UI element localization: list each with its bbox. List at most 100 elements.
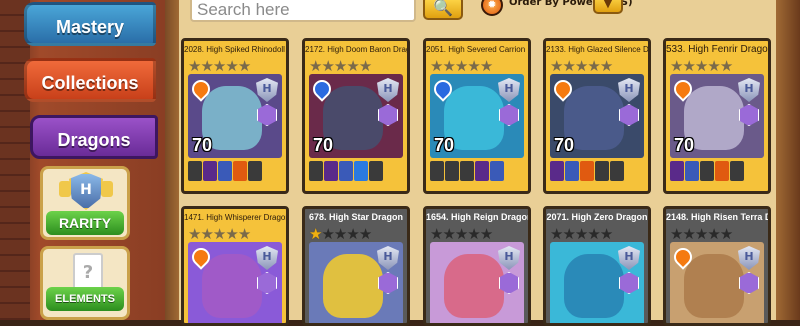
- element-trait-icon: [685, 161, 699, 181]
- star-icon: ★: [225, 57, 238, 75]
- star-icon: ★: [212, 225, 226, 243]
- star-icon: ★: [694, 225, 708, 243]
- dragon-portrait: H: [188, 242, 282, 323]
- dragon-level: 70: [434, 135, 455, 155]
- star-rating: ★★★★★: [666, 58, 768, 74]
- dragon-card[interactable]: 1654. High Reign Dragon ★★★★★ H: [423, 206, 531, 326]
- dragon-portrait: H: [670, 242, 764, 323]
- star-icon: ★: [599, 225, 613, 243]
- star-icon: ★: [358, 57, 372, 75]
- element-trait-icon: [550, 161, 564, 181]
- star-icon: ★: [574, 225, 588, 243]
- star-icon: ★: [237, 225, 251, 243]
- star-icon: ★: [707, 57, 720, 75]
- order-dropdown-button[interactable]: ▼: [593, 0, 623, 14]
- element-trait-icon: [460, 161, 474, 181]
- dragon-portrait: H 70: [188, 74, 282, 158]
- dragon-card[interactable]: 2133. High Glazed Silence Dragon★★★★★ H 70: [543, 38, 651, 194]
- element-trait-icon: [445, 161, 459, 181]
- dragon-card[interactable]: 2071. High Zero Dragon ★★★★★ H: [543, 206, 651, 326]
- wing-right-icon: [101, 181, 113, 197]
- elements-filter[interactable]: ? ELEMENTS: [40, 246, 130, 320]
- star-icon: ★: [682, 225, 695, 243]
- element-trait-icon: [339, 161, 353, 181]
- star-icon: ★: [707, 225, 720, 243]
- rarity-filter[interactable]: H RARITY: [40, 166, 130, 240]
- elements-button[interactable]: ELEMENTS: [46, 287, 124, 311]
- rarity-shield-icon: H: [69, 172, 103, 210]
- element-trait-icon: [369, 161, 383, 181]
- star-rating: ★★★★★: [546, 58, 648, 74]
- star-rating: ★★★★★: [184, 58, 286, 74]
- element-trait-icon: [715, 161, 729, 181]
- element-trait-icon: [218, 161, 232, 181]
- rarity-badge-icon: H: [738, 78, 760, 102]
- star-rating: ★★★★★: [426, 58, 528, 74]
- element-trait-icon: [203, 161, 217, 181]
- rarity-badge-icon: H: [256, 78, 278, 102]
- dragon-card[interactable]: 533. High Fenrir Dragon ★★★★★ H 70: [663, 38, 771, 194]
- element-trait-icon: [565, 161, 579, 181]
- element-trait-icon: [595, 161, 609, 181]
- element-trait-icon: [475, 161, 489, 181]
- tab-collections[interactable]: Collections: [24, 58, 156, 102]
- dragon-name: 678. High Star Dragon: [305, 209, 407, 226]
- dragon-name: 533. High Fenrir Dragon: [666, 41, 768, 58]
- element-trait-icon: [580, 161, 594, 181]
- dragon-card[interactable]: 2172. High Doom Baron Dragon★★★★★H70: [302, 38, 410, 194]
- rarity-badge-icon: H: [377, 78, 399, 102]
- star-icon: ★: [719, 57, 733, 75]
- dragon-image: [323, 254, 383, 318]
- search-input[interactable]: Search here: [190, 0, 416, 22]
- star-rating: ★★★★★: [305, 58, 407, 74]
- star-icon: ★: [454, 57, 468, 75]
- star-icon: ★: [454, 225, 468, 243]
- dragon-level: 70: [313, 135, 334, 155]
- dragon-image: [684, 254, 744, 318]
- element-traits: [430, 161, 524, 181]
- dragon-card[interactable]: 1471. High Whisperer Dragon ★★★★★ H: [181, 206, 289, 326]
- star-icon: ★: [562, 225, 575, 243]
- star-icon: ★: [200, 225, 213, 243]
- star-rating: ★★★★★: [426, 226, 528, 242]
- element-trait-icon: [188, 161, 202, 181]
- element-traits: [188, 161, 282, 181]
- star-icon: ★: [309, 57, 322, 75]
- star-rating: ★★★★★: [184, 226, 286, 242]
- dragon-name: 1471. High Whisperer Dragon: [184, 209, 286, 226]
- star-icon: ★: [574, 57, 588, 75]
- dragon-name: 2051. High Severed Carrion Dragon: [426, 41, 528, 58]
- star-icon: ★: [467, 57, 480, 75]
- dragon-card[interactable]: 2028. High Spiked Rhinodoll Dragon★★★★★H…: [181, 38, 289, 194]
- rarity-button[interactable]: RARITY: [46, 211, 124, 235]
- star-icon: ★: [479, 57, 493, 75]
- star-icon: ★: [562, 57, 575, 75]
- element-trait-icon: [730, 161, 744, 181]
- tab-dragons[interactable]: Dragons: [30, 115, 158, 159]
- search-icon: 🔍: [433, 0, 453, 17]
- dragon-portrait: H 70: [430, 74, 524, 158]
- rarity-badge-icon: H: [618, 246, 640, 270]
- dragon-portrait: H: [309, 242, 403, 323]
- star-icon: ★: [479, 225, 493, 243]
- star-icon: ★: [333, 225, 347, 243]
- tab-mastery[interactable]: Mastery: [24, 2, 156, 46]
- dragon-name: 2133. High Glazed Silence Dragon: [546, 41, 648, 58]
- dragon-level: 70: [554, 135, 575, 155]
- element-trait-icon: [309, 161, 323, 181]
- star-icon: ★: [719, 225, 733, 243]
- star-rating: ★★★★★: [305, 226, 407, 242]
- rarity-badge-icon: H: [618, 78, 640, 102]
- star-icon: ★: [188, 225, 201, 243]
- star-icon: ★: [358, 225, 372, 243]
- element-trait-icon: [670, 161, 684, 181]
- dragon-card[interactable]: 2148. High Risen Terra Dragon★★★★★H: [663, 206, 771, 326]
- search-button[interactable]: 🔍: [423, 0, 463, 20]
- star-icon: ★: [321, 225, 334, 243]
- dragon-card[interactable]: 678. High Star Dragon ★★★★★ H: [302, 206, 410, 326]
- element-trait-icon: [610, 161, 624, 181]
- dragon-name: 2028. High Spiked Rhinodoll Dragon: [184, 41, 286, 58]
- element-trait-icon: [324, 161, 338, 181]
- dragon-card[interactable]: 2051. High Severed Carrion Dragon★★★★★H7…: [423, 38, 531, 194]
- star-icon: ★: [200, 57, 213, 75]
